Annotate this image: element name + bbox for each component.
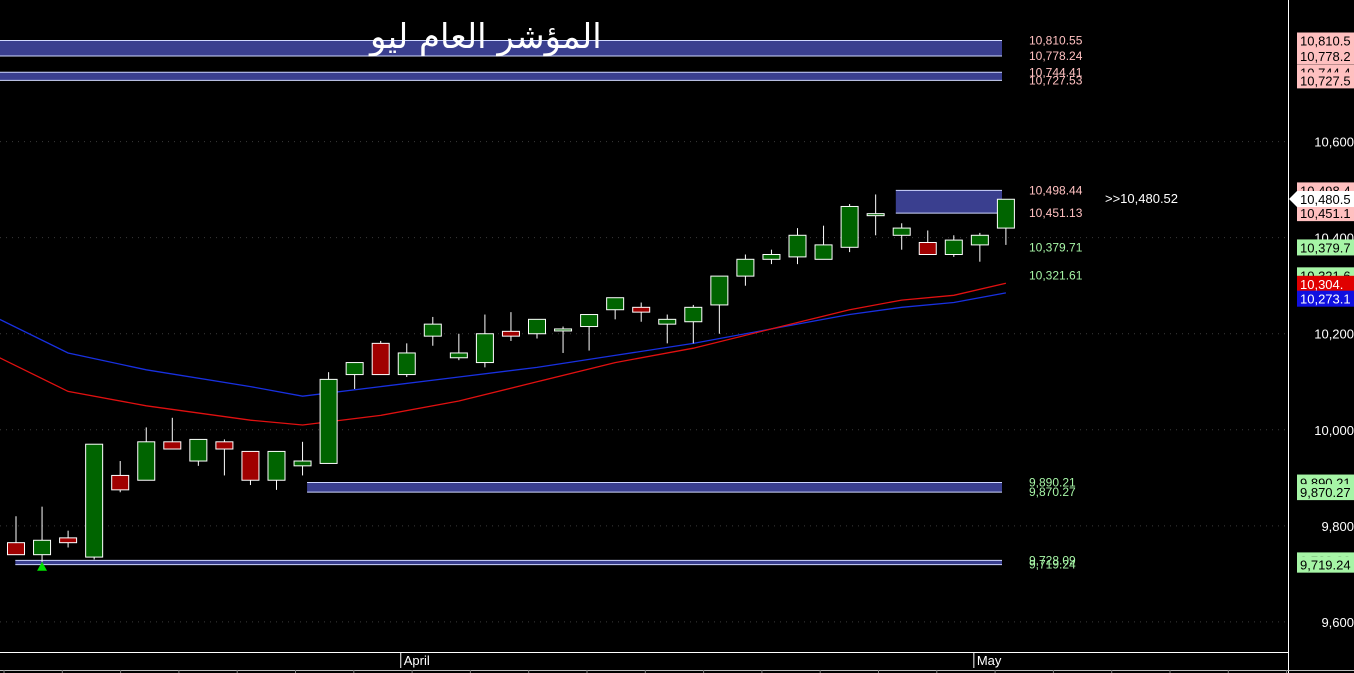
y-tick-label: 10,200 [1314, 327, 1354, 342]
ma-badge-label: 10,304. [1300, 277, 1343, 292]
candle-body [996, 198, 1015, 229]
candle-body [215, 441, 234, 450]
candle-body [736, 258, 755, 277]
candle-body [345, 362, 364, 376]
last-price-badge-label: 10,480.5 [1300, 192, 1351, 207]
candle-body [684, 306, 703, 323]
price-badge-label: 10,727.5 [1300, 73, 1351, 88]
price-label: 10,451.13 [1029, 206, 1083, 220]
candle-body [267, 450, 286, 481]
y-tick-label: 10,000 [1314, 423, 1354, 438]
candle-body [163, 441, 182, 450]
candle-body [293, 460, 312, 467]
candle-body [840, 205, 859, 248]
candle-body [918, 241, 937, 255]
price-label: 10,379.71 [1029, 240, 1083, 254]
zone-rect [0, 72, 1002, 81]
candle-body [762, 253, 781, 260]
price-label: 10,498.44 [1029, 183, 1083, 197]
candle-body [241, 450, 260, 481]
candle-body [423, 323, 442, 337]
candle-body [7, 542, 25, 556]
x-axis-label: April [404, 653, 430, 668]
candle-body [371, 342, 390, 376]
candle-body [59, 537, 78, 544]
candle-body [814, 244, 833, 260]
price-badge-label: 9,870.27 [1300, 485, 1351, 500]
price-badge-label: 10,810.5 [1300, 34, 1351, 49]
price-label: 10,810.55 [1029, 34, 1083, 48]
y-tick-label: 10,600 [1314, 135, 1354, 150]
candle-body [449, 352, 468, 359]
candle-body [111, 474, 130, 491]
candle-body [580, 314, 599, 328]
price-label: 9,719.24 [1029, 558, 1076, 572]
chart: 10,810.5510,778.2410,744.4110,727.5310,4… [0, 0, 1354, 673]
candle-body [788, 234, 807, 258]
candle-body [892, 227, 911, 236]
candle-body [606, 297, 625, 311]
candle-body [528, 318, 546, 335]
price-label: 10,778.24 [1029, 49, 1083, 63]
candle-body [501, 330, 520, 337]
candle-body [137, 441, 156, 481]
y-tick-label: 9,800 [1321, 519, 1354, 534]
candle-body [944, 239, 963, 255]
price-badge-label: 9,719.24 [1300, 558, 1351, 573]
candle-body [319, 378, 338, 464]
chart-title: المؤشر العام ليو [368, 17, 602, 57]
candle-body [554, 328, 573, 332]
price-badge-label: 10,778.2 [1300, 49, 1351, 64]
candle-body [189, 438, 208, 462]
zone-rect [307, 482, 1002, 493]
candle-body [475, 333, 494, 364]
candle-body [632, 306, 651, 313]
zone-rect [895, 190, 1002, 214]
price-badge-label: 10,451.1 [1300, 206, 1351, 221]
candle-body [33, 539, 52, 556]
candle-body [970, 234, 989, 246]
candle-body [397, 352, 416, 376]
candle-body [85, 443, 104, 558]
chart-background [0, 0, 1354, 673]
y-tick-label: 9,600 [1321, 615, 1354, 630]
last-price-label: >>10,480.52 [1105, 191, 1178, 206]
candle-body [710, 275, 729, 306]
zone-rect [15, 560, 1002, 565]
price-badge-label: 10,379.7 [1300, 240, 1351, 255]
x-axis-label: May [977, 653, 1002, 668]
price-label: 9,870.27 [1029, 485, 1076, 499]
candle-body [658, 318, 677, 325]
price-label: 10,321.61 [1029, 268, 1083, 282]
ma-badge-label: 10,273.1 [1300, 292, 1351, 307]
candle-body [866, 213, 885, 217]
price-label: 10,727.53 [1029, 73, 1083, 87]
